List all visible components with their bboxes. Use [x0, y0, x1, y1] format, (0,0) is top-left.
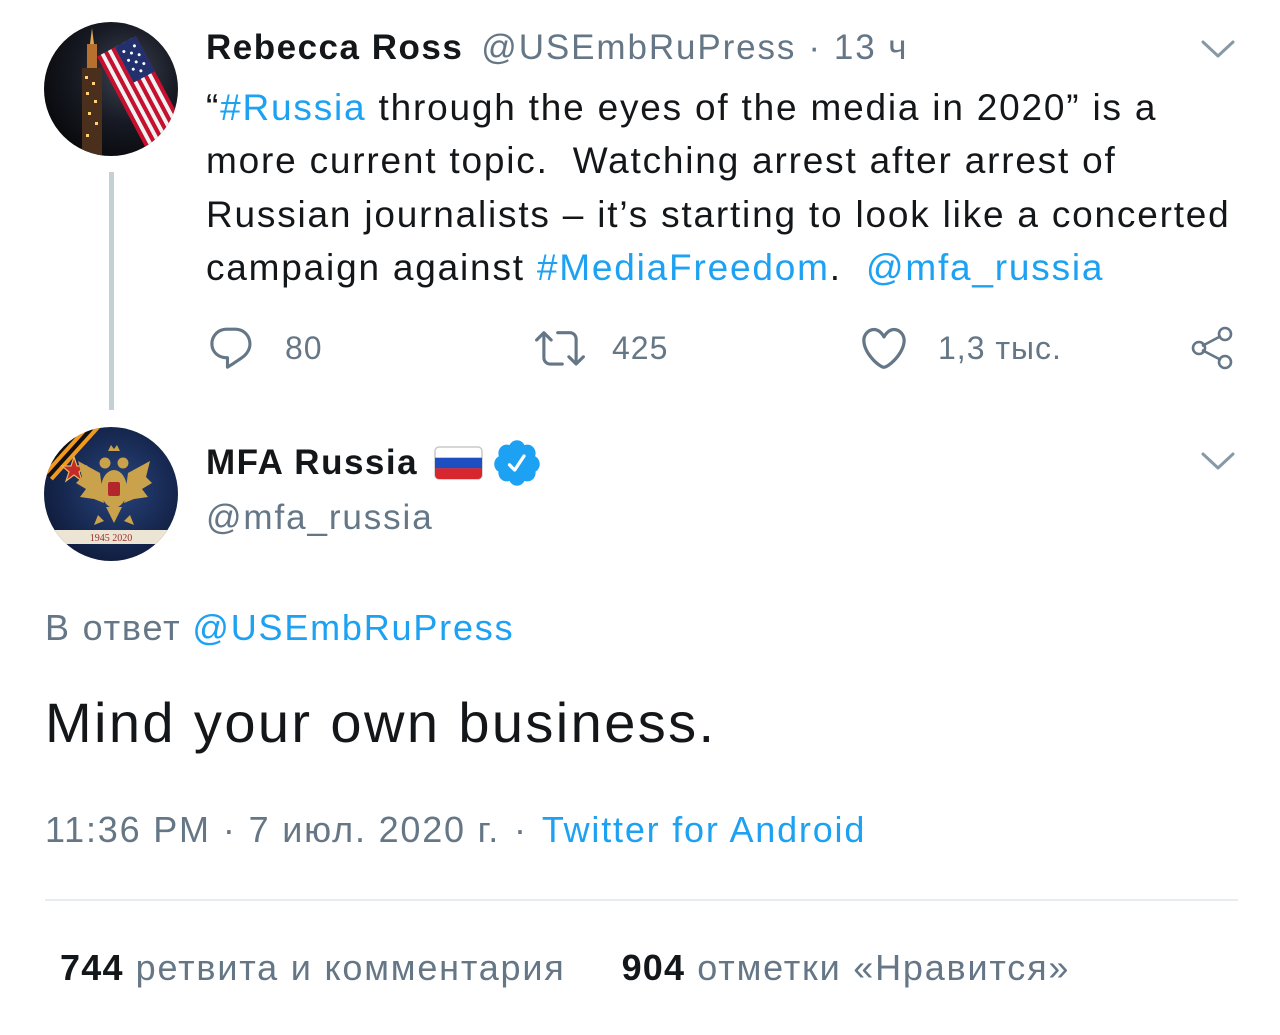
avatar-lettering: 1945 2020 [90, 533, 133, 544]
author-handle[interactable]: @USEmbRuPress [481, 28, 796, 68]
retweet-count: 425 [612, 329, 669, 366]
tweet-text-line: campaign against #MediaFreedom. @mfa_rus… [206, 241, 1231, 294]
verified-badge-icon [494, 440, 540, 486]
retweets-count[interactable]: 744 [60, 947, 124, 989]
reply-count: 80 [285, 329, 323, 366]
likes-count[interactable]: 904 [622, 947, 686, 989]
author-name[interactable]: MFA Russia [206, 443, 418, 483]
text-segment: “ [206, 87, 221, 128]
tweet-stats: 744 ретвита и комментария 904 отметки «Н… [60, 944, 1070, 992]
share-button[interactable] [1190, 324, 1236, 372]
like-button[interactable]: 1,3 тыс. [858, 324, 1062, 372]
parent-avatar[interactable] [44, 22, 178, 156]
author-handle[interactable]: @mfa_russia [206, 498, 434, 538]
hashtag-link[interactable]: #MediaFreedom [537, 247, 830, 288]
chevron-down-icon[interactable] [1200, 38, 1236, 60]
main-avatar[interactable]: 1945 2020 [44, 427, 178, 561]
reply-to-mention[interactable]: @USEmbRuPress [192, 607, 514, 649]
tweet-text-line: “#Russia through the eyes of the media i… [206, 81, 1231, 134]
divider [45, 899, 1238, 901]
thread-connector-line [109, 172, 114, 410]
tweet-time: 11:36 PM [45, 809, 211, 850]
tweet-meta: 11:36 PM · 7 июл. 2020 г. · Twitter for … [45, 806, 866, 854]
mention-link[interactable]: @mfa_russia [866, 247, 1104, 288]
retweets-label[interactable]: ретвита и комментария [136, 947, 566, 989]
reply-prefix: В ответ [45, 607, 182, 648]
retweet-icon [535, 331, 585, 366]
hashtag-link[interactable]: #Russia [220, 87, 366, 128]
main-tweet: 1945 2020 MFA Russia @mfa_russia В ответ… [0, 410, 1280, 1035]
main-tweet-text: Mind your own business. [45, 687, 717, 757]
text-segment: through the eyes of the media in 2020” i… [366, 87, 1158, 128]
like-count: 1,3 тыс. [938, 329, 1062, 366]
replying-to: В ответ @USEmbRuPress [45, 604, 514, 652]
text-segment: . [829, 247, 866, 289]
dot-separator: · [514, 809, 528, 850]
parent-tweet[interactable]: Rebecca Ross @USEmbRuPress · 13 ч “#Russ… [0, 0, 1280, 410]
tweet-text: “#Russia through the eyes of the media i… [206, 81, 1231, 295]
tweet-date: 7 июл. 2020 г. [248, 809, 501, 850]
text-segment: more current topic. Watching arrest afte… [206, 140, 1117, 182]
author-name[interactable]: Rebecca Ross [206, 28, 463, 68]
share-icon [1191, 326, 1233, 370]
tweet-time[interactable]: 13 ч [834, 28, 909, 68]
main-tweet-text-content: Mind your own business. [45, 690, 717, 754]
reply-icon [210, 327, 252, 369]
likes-label[interactable]: отметки «Нравится» [697, 947, 1070, 989]
parent-author-row: Rebecca Ross @USEmbRuPress · 13 ч [206, 24, 908, 72]
heart-icon [862, 327, 906, 369]
reply-button[interactable]: 80 [206, 324, 323, 372]
main-handle-row: @mfa_russia [206, 494, 434, 542]
dot-separator: · [222, 809, 237, 850]
tweet-source-link[interactable]: Twitter for Android [542, 809, 866, 851]
text-segment: campaign against [206, 247, 537, 289]
text-segment: Russian journalists – it’s starting to l… [206, 193, 1231, 235]
main-author-row: MFA Russia [206, 439, 543, 487]
russia-flag-icon [434, 446, 483, 480]
retweet-button[interactable]: 425 [535, 324, 668, 372]
tweet-text-line: more current topic. Watching arrest afte… [206, 134, 1231, 187]
tweet-text-line: Russian journalists – it’s starting to l… [206, 188, 1231, 241]
chevron-down-icon[interactable] [1200, 450, 1236, 472]
dot-separator: · [808, 28, 822, 67]
